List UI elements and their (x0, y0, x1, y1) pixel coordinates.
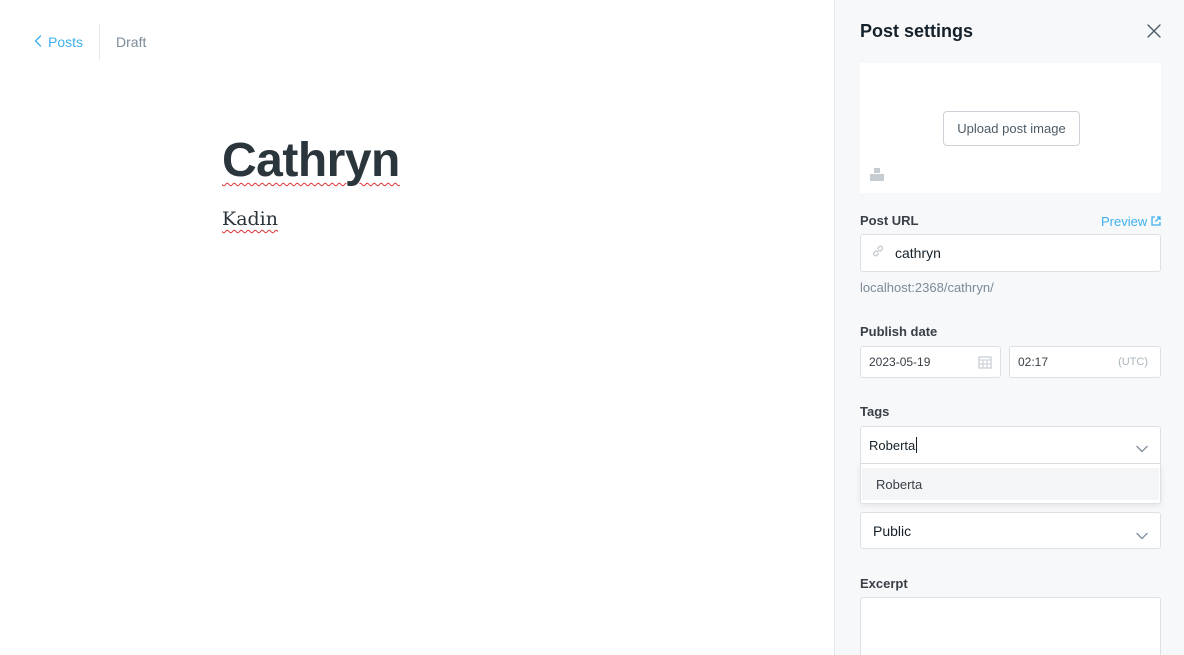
chevron-down-icon (1136, 527, 1148, 543)
publish-date-label: Publish date (860, 324, 938, 339)
post-settings-panel: Post settings Upload post image Post URL… (834, 0, 1184, 655)
post-url-label: Post URL (860, 213, 919, 228)
editor-pane: Posts Draft Cathryn Kadin (0, 0, 834, 655)
external-link-icon (1147, 214, 1161, 229)
calendar-icon[interactable] (978, 355, 992, 372)
excerpt-label: Excerpt (860, 576, 908, 591)
image-icon (870, 167, 884, 186)
tags-label: Tags (860, 404, 890, 419)
post-url-input[interactable]: cathryn (860, 234, 1161, 272)
post-url-value: cathryn (895, 245, 941, 261)
editor-topnav: Posts Draft (34, 24, 146, 60)
upload-post-image-button[interactable]: Upload post image (943, 111, 1080, 146)
preview-link-label: Preview (1101, 214, 1148, 229)
back-to-posts-link[interactable]: Posts (34, 24, 99, 60)
post-title[interactable]: Cathryn (222, 132, 400, 190)
tags-input-value: Roberta (869, 437, 916, 453)
tag-option-roberta[interactable]: Roberta (862, 468, 1159, 500)
chevron-down-icon[interactable] (1136, 441, 1148, 456)
post-status: Draft (116, 34, 147, 50)
tags-input[interactable]: Roberta (860, 426, 1161, 464)
close-icon (1145, 24, 1163, 44)
post-url-hint: localhost:2368/cathryn/ (860, 280, 994, 295)
chevron-left-icon (34, 34, 48, 50)
link-icon (871, 244, 885, 263)
publish-date-input[interactable]: 2023-05-19 (860, 346, 1001, 378)
visibility-select[interactable]: Public (860, 512, 1161, 549)
text-caret (916, 437, 918, 453)
publish-time-input[interactable]: 02:17 (UTC) (1009, 346, 1161, 378)
excerpt-textarea[interactable] (860, 597, 1161, 655)
visibility-value: Public (873, 522, 912, 539)
close-settings-button[interactable] (1145, 22, 1163, 40)
publish-date-value: 2023-05-19 (869, 355, 931, 369)
post-body[interactable]: Kadin (222, 208, 278, 230)
back-link-label: Posts (48, 34, 84, 50)
post-image-dropzone[interactable]: Upload post image (860, 63, 1161, 193)
publish-time-value: 02:17 (1018, 355, 1049, 369)
timezone-label: (UTC) (1118, 356, 1148, 368)
tags-dropdown: Roberta (860, 464, 1161, 504)
preview-link[interactable]: Preview (1101, 214, 1161, 229)
panel-title: Post settings (860, 21, 974, 41)
